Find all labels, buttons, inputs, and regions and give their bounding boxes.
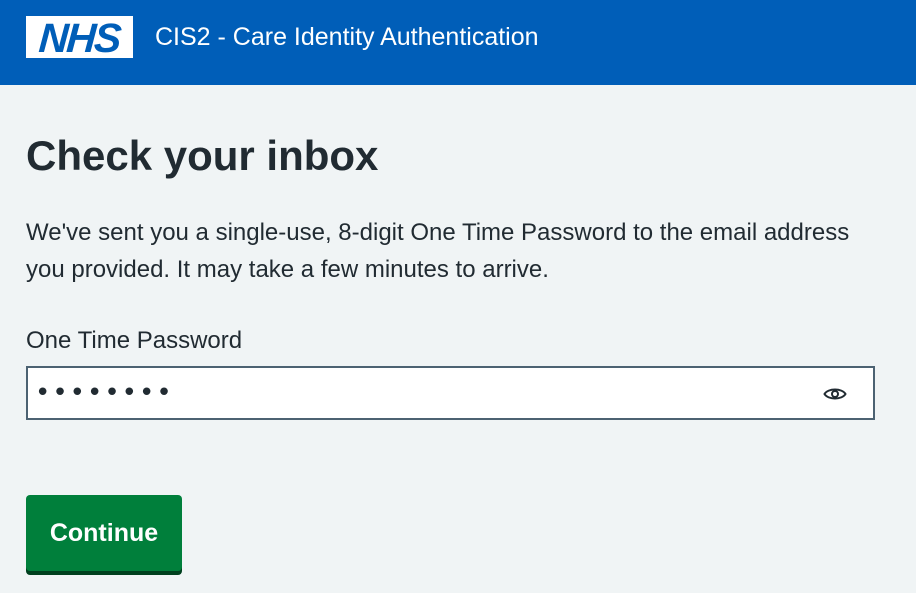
eye-icon[interactable] [823, 386, 847, 402]
otp-label: One Time Password [26, 327, 243, 354]
instructions-text: We've sent you a single-use, 8-digit One… [26, 219, 850, 283]
page-title: Check your inbox [26, 132, 379, 179]
otp-field-wrapper [26, 366, 875, 420]
otp-input[interactable] [28, 368, 788, 418]
continue-button[interactable]: Continue [26, 495, 182, 571]
